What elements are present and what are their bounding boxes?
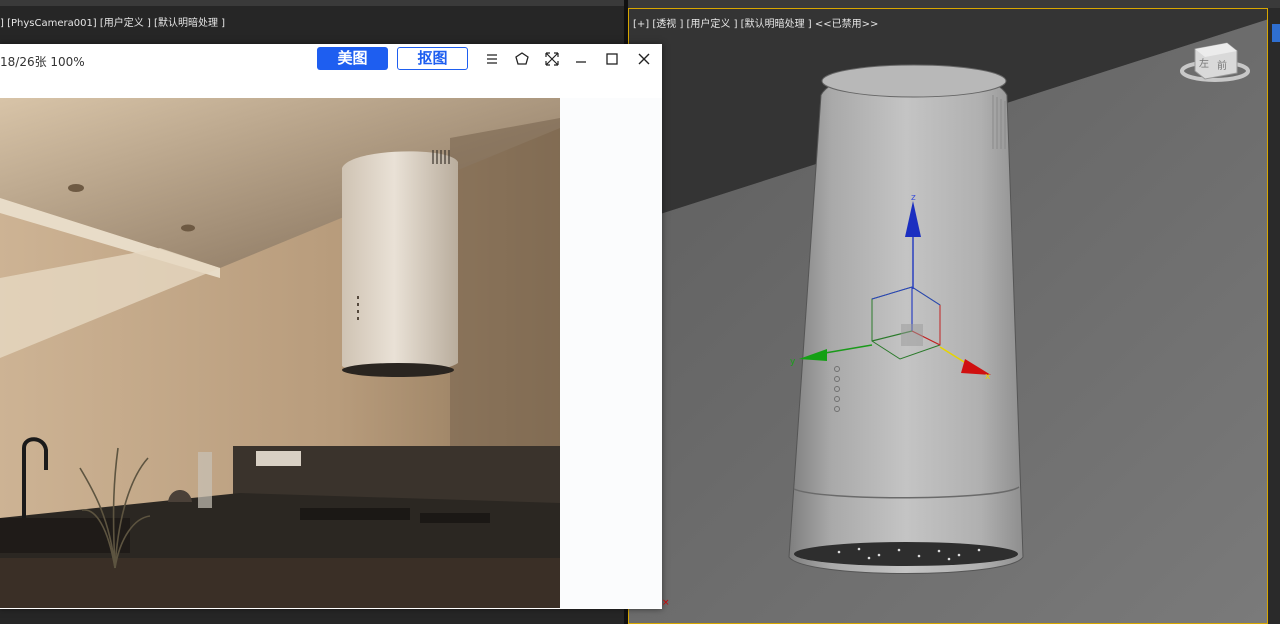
viewer-titlebar[interactable]: 18/26张 100% 美图 抠图 — [0, 44, 662, 76]
viewport-scene: z y x 左 前 — [629, 9, 1267, 623]
left-viewport-title-strip — [0, 0, 624, 6]
right-edge-panel — [1268, 8, 1280, 624]
viewcube-front-face-label: 前 — [1217, 59, 1227, 72]
image-viewer-window[interactable]: 18/26张 100% 美图 抠图 — [0, 44, 662, 609]
meitu-button[interactable]: 美图 — [317, 47, 388, 70]
command-panel-tab[interactable] — [1272, 24, 1280, 42]
kitchen-photo — [0, 98, 560, 608]
perspective-viewport[interactable]: [+] [透视 ] [用户定义 ] [默认明暗处理 ] <<已禁用>> z y … — [628, 8, 1268, 624]
left-viewport-label[interactable]: ] [PhysCamera001] [用户定义 ] [默认明暗处理 ] — [0, 14, 225, 29]
viewer-background — [560, 98, 662, 608]
gizmo-z-label: z — [911, 193, 916, 203]
fullscreen-icon[interactable] — [543, 50, 561, 68]
minimize-icon[interactable] — [572, 50, 590, 68]
maximize-icon[interactable] — [603, 50, 621, 68]
image-count-zoom: 18/26张 100% — [0, 55, 85, 69]
resize-mark[interactable]: × — [662, 598, 670, 608]
menu-icon[interactable] — [483, 50, 501, 68]
koutu-button[interactable]: 抠图 — [397, 47, 468, 70]
pin-icon[interactable] — [513, 50, 531, 68]
right-viewport-title-strip — [628, 0, 1280, 8]
perspective-viewport-label[interactable]: [+] [透视 ] [用户定义 ] [默认明暗处理 ] <<已禁用>> — [633, 15, 878, 30]
viewcube-left-face-label: 左 — [1199, 57, 1209, 70]
gizmo-y-label: y — [790, 357, 796, 367]
close-icon[interactable] — [635, 50, 653, 68]
gizmo-x-label: x — [985, 372, 991, 382]
range-hood-model — [788, 64, 1024, 574]
